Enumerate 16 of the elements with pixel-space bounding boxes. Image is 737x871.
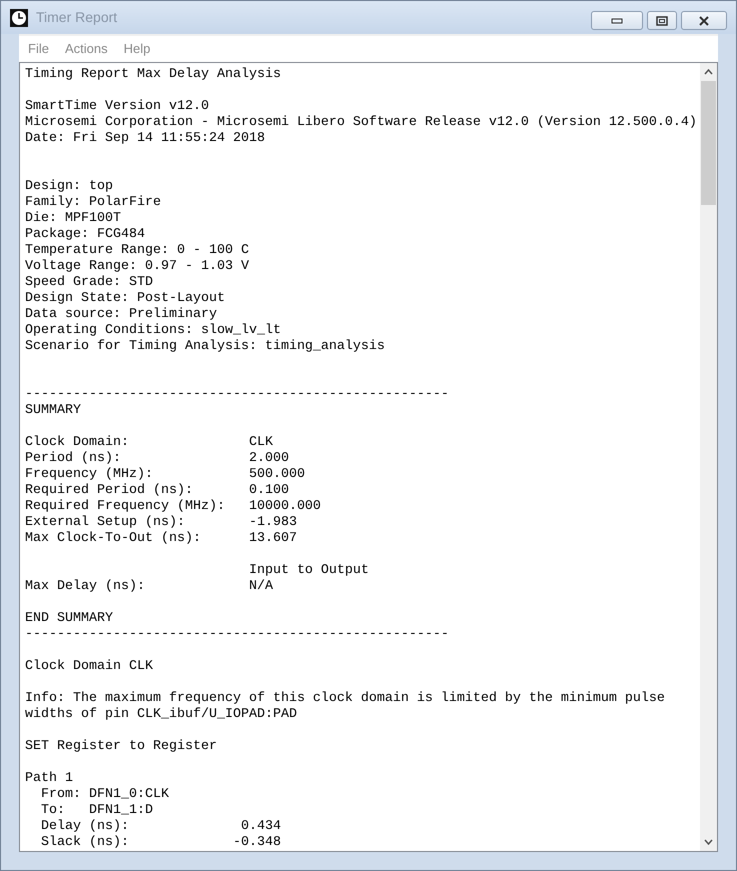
maximize-button[interactable] bbox=[647, 11, 677, 30]
close-button[interactable] bbox=[681, 11, 727, 30]
close-icon bbox=[698, 16, 710, 26]
report-text: Timing Report Max Delay Analysis SmartTime Version v12.0 Microsemi Corporation - Microsemi Libero Software Release v12.0 (Version 12.500.0.4) Date: Fri Sep 14 11:55:24 2018 Design: top Family: PolarFire Die: MPF100T Package: FCG484 Temperature Range: 0 - 100 C Voltage Range: 0.97 - 1.03 V Speed Grade: STD Design State: Post-Layout Data source: Preliminary Operating Conditions: slow_lv_lt Scenario for Timing Analysis: timing_analysis ----------------------------------------------------- SUMMARY Clock Domain: CLK Period (ns): 2.000 Frequency (MHz): 500.000 Required Period (ns): 0.100 Required Frequency (MHz): 10000.000 External Setup (ns): -1.983 Max Clock-To-Out (ns): 13.607 Input to Output Max Delay (ns): N/A END SUMMARY ----------------------------------------------------- Clock Domain CLK Info: The maximum frequency of this clock domain is limited by the minimum pulse widths of pin CLK_ibuf/U_IOPAD:PAD SET Register to Register Path 1 From: DFN1_0:CLK To: DFN1_1:D Delay (ns): 0.434 Slack (ns): -0.348 bbox=[24, 66, 698, 851]
scrollbar-thumb[interactable] bbox=[701, 81, 716, 205]
menu-item[interactable]: Help bbox=[124, 39, 150, 59]
clock-icon bbox=[10, 8, 28, 26]
minimize-button[interactable] bbox=[591, 11, 643, 30]
menu-item[interactable]: Actions bbox=[64, 39, 108, 59]
window-title: Timer Report bbox=[36, 8, 118, 27]
scroll-down-icon[interactable] bbox=[704, 839, 713, 845]
maximize-icon bbox=[656, 16, 668, 26]
menu-item[interactable]: File bbox=[28, 39, 49, 59]
scrollbar[interactable] bbox=[700, 63, 717, 851]
scroll-up-icon[interactable] bbox=[704, 69, 713, 75]
minimize-icon bbox=[611, 18, 623, 24]
